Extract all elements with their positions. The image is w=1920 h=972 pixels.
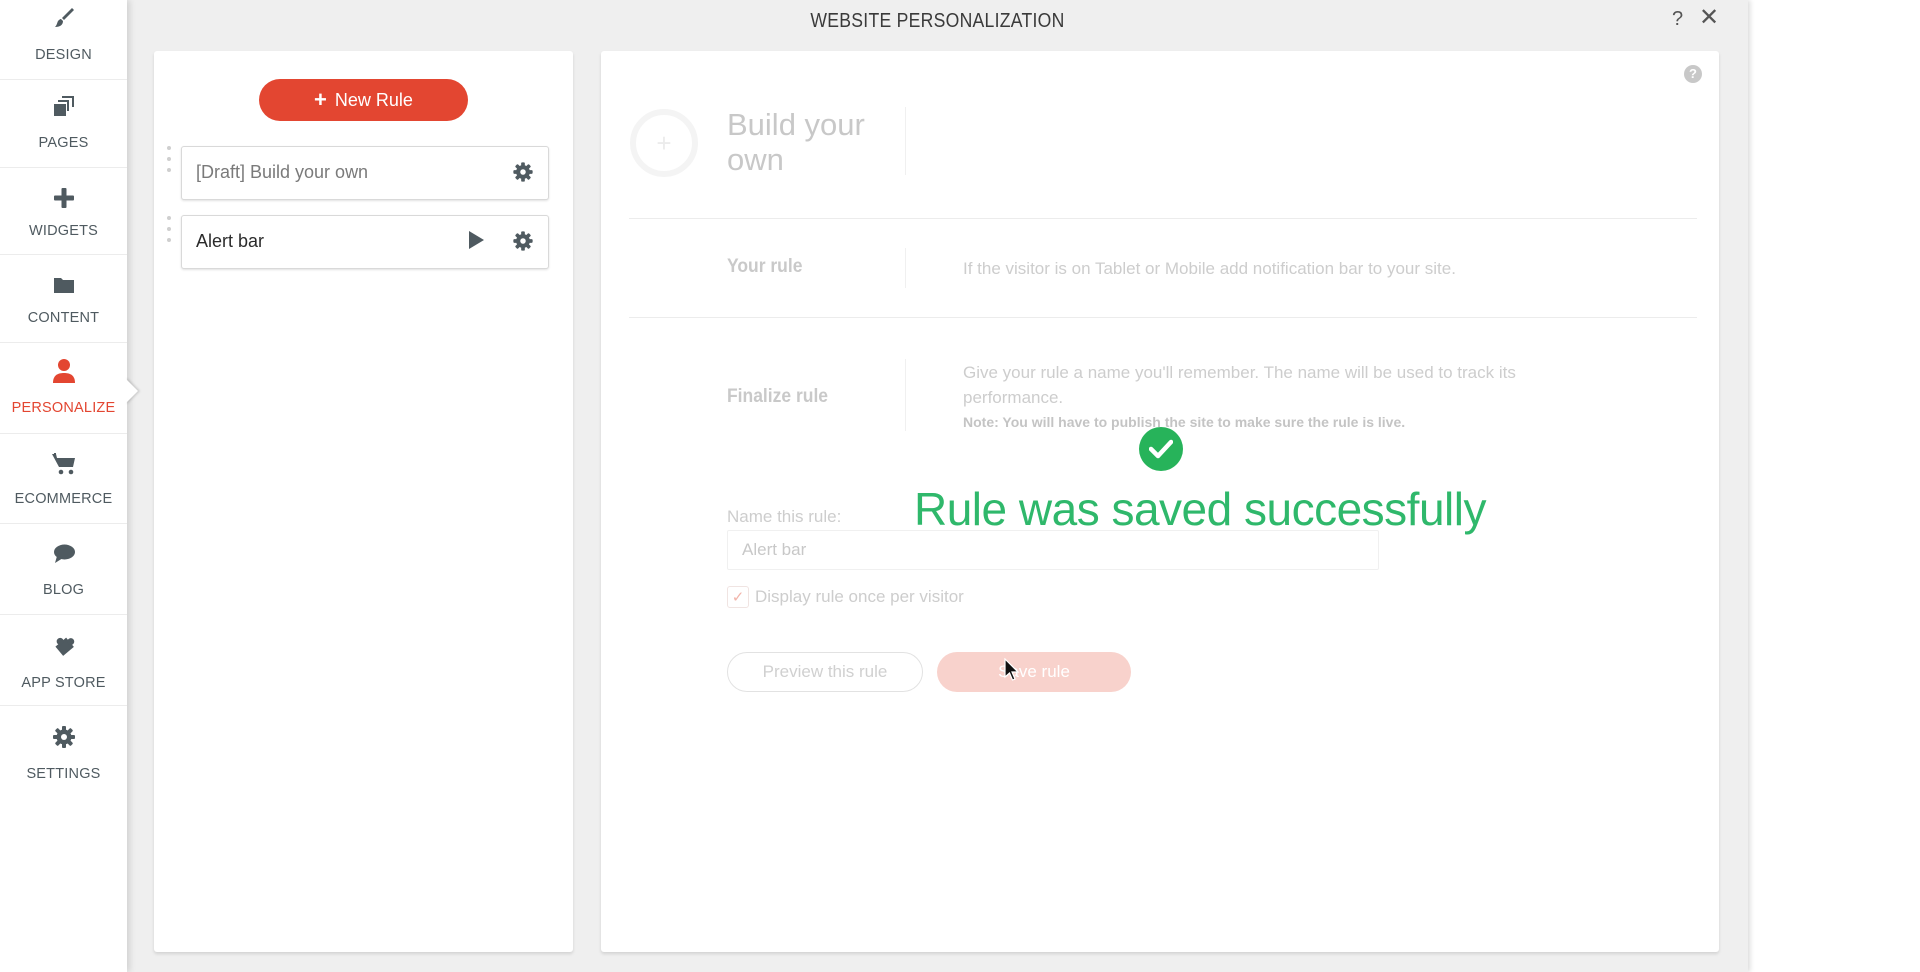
drag-handle[interactable] <box>167 216 173 242</box>
rule-name: [Draft] Build your own <box>196 162 369 182</box>
user-icon <box>51 358 77 384</box>
divider <box>905 107 906 175</box>
sidebar-item-design[interactable]: DESIGN <box>0 0 127 80</box>
brush-icon <box>51 5 77 31</box>
divider <box>629 218 1697 219</box>
rule-item-draft[interactable]: [Draft] Build your own <box>181 146 549 200</box>
rule-template-title: Build your own <box>727 107 865 177</box>
pages-icon <box>51 94 77 120</box>
modal-title: WEBSITE PERSONALIZATION <box>810 10 1065 32</box>
sidebar-item-content[interactable]: CONTENT <box>0 255 127 343</box>
modal-help-button[interactable]: ? <box>1672 8 1683 31</box>
finalize-rule-text: Give your rule a name you'll remember. T… <box>963 363 1516 407</box>
divider <box>629 317 1697 318</box>
display-once-checkbox[interactable]: ✓ <box>727 586 749 608</box>
divider <box>905 248 906 288</box>
your-rule-label: Your rule <box>727 256 803 277</box>
play-icon[interactable] <box>469 231 484 249</box>
sidebar-item-pages[interactable]: PAGES <box>0 80 127 168</box>
gear-icon <box>51 724 77 750</box>
app-root: DESIGN PAGES WIDGETS CONTENT PERSONALIZE <box>0 0 1920 972</box>
sidebar-item-app-store[interactable]: APP STORE <box>0 615 127 706</box>
modal-close-button[interactable]: ✕ <box>1699 6 1719 30</box>
sidebar-item-label: DESIGN <box>35 47 92 63</box>
rule-settings-gear-icon[interactable] <box>512 230 534 252</box>
sidebar: DESIGN PAGES WIDGETS CONTENT PERSONALIZE <box>0 0 127 972</box>
sidebar-item-widgets[interactable]: WIDGETS <box>0 168 127 255</box>
cart-icon <box>51 451 77 477</box>
success-message: Rule was saved successfully <box>914 483 1486 535</box>
display-once-checkbox-row[interactable]: ✓ Display rule once per visitor <box>727 586 964 608</box>
sidebar-item-label: PAGES <box>38 135 89 151</box>
sidebar-item-personalize[interactable]: PERSONALIZE <box>0 343 127 434</box>
success-check-icon <box>1139 427 1183 471</box>
divider <box>905 359 906 431</box>
display-once-label: Display rule once per visitor <box>755 587 964 606</box>
plus-icon: + <box>314 87 327 112</box>
plus-icon <box>51 185 77 211</box>
sidebar-item-label: BLOG <box>42 582 85 598</box>
your-rule-text: If the visitor is on Tablet or Mobile ad… <box>963 259 1456 278</box>
sidebar-item-ecommerce[interactable]: ECOMMERCE <box>0 434 127 524</box>
sidebar-item-label: WIDGETS <box>28 223 99 239</box>
finalize-rule-label: Finalize rule <box>727 386 829 407</box>
new-rule-button[interactable]: + New Rule <box>259 79 468 121</box>
preview-rule-button[interactable]: Preview this rule <box>727 652 923 692</box>
save-rule-button[interactable]: Save rule <box>937 652 1131 692</box>
sidebar-item-blog[interactable]: BLOG <box>0 524 127 615</box>
finalize-note: Note: You will have to publish the site … <box>963 414 1406 430</box>
drag-handle[interactable] <box>167 146 173 172</box>
name-rule-label: Name this rule: <box>727 507 842 526</box>
plus-icon: + <box>656 127 672 158</box>
rule-item-alert-bar[interactable]: Alert bar <box>181 215 549 269</box>
puzzle-icon <box>51 633 77 659</box>
help-icon[interactable]: ? <box>1684 65 1702 83</box>
rule-name-input[interactable] <box>727 530 1379 570</box>
sidebar-item-label: SETTINGS <box>26 766 101 782</box>
sidebar-item-label: ECOMMERCE <box>14 491 113 507</box>
sidebar-item-settings[interactable]: SETTINGS <box>0 706 127 798</box>
sidebar-item-label: APP STORE <box>21 675 106 691</box>
sidebar-item-label: CONTENT <box>27 310 100 326</box>
mouse-cursor-icon <box>1004 657 1020 687</box>
sidebar-item-label: PERSONALIZE <box>11 400 116 416</box>
new-rule-label: New Rule <box>334 89 413 110</box>
rule-settings-gear-icon[interactable] <box>512 161 534 183</box>
speech-bubble-icon <box>51 541 77 567</box>
rule-name: Alert bar <box>196 231 265 251</box>
active-item-pointer <box>125 378 138 404</box>
folder-icon <box>51 272 77 298</box>
build-your-own-icon: + <box>630 109 698 177</box>
rules-list-panel: + New Rule [Draft] Build your own Alert … <box>154 51 573 952</box>
